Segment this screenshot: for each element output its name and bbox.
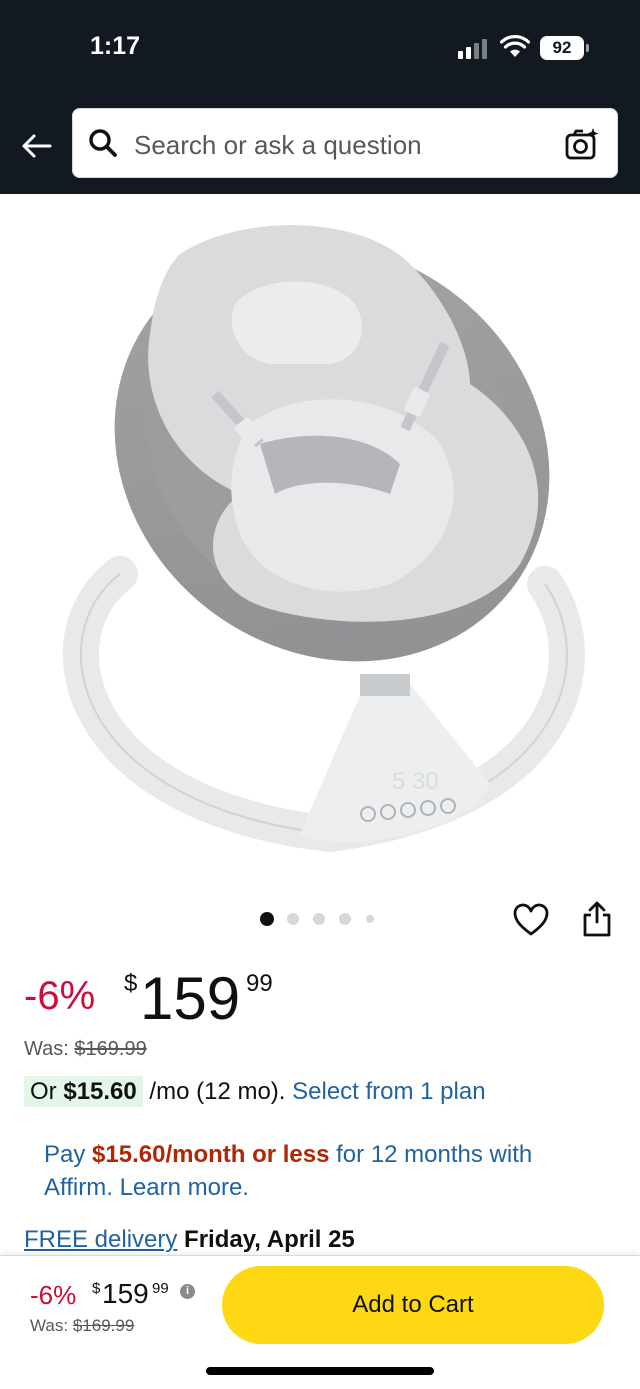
delivery-info: FREE delivery Friday, April 25: [24, 1226, 355, 1254]
price-currency: $: [124, 970, 138, 997]
search-icon: [89, 129, 117, 157]
price-whole: 159: [140, 965, 241, 1032]
share-icon[interactable]: [580, 900, 614, 938]
bottom-price-whole: 159: [102, 1278, 149, 1309]
info-icon[interactable]: i: [180, 1284, 195, 1299]
monthly-suffix: /mo (12 mo).: [149, 1078, 286, 1105]
heart-icon[interactable]: [512, 902, 550, 938]
app-header: 1:17 92 Search or ask a question: [0, 0, 640, 194]
image-carousel-dots[interactable]: [260, 912, 380, 928]
search-placeholder[interactable]: Search or ask a question: [134, 130, 422, 161]
search-bar[interactable]: Search or ask a question: [72, 108, 618, 178]
select-plan-link[interactable]: Select from 1 plan: [292, 1078, 485, 1105]
bottom-was-price: Was: $169.99: [30, 1316, 134, 1336]
camera-search-icon[interactable]: [564, 126, 600, 162]
free-delivery-link[interactable]: FREE delivery: [24, 1226, 177, 1253]
sticky-buy-bar: -6% $ 159 99 i Was: $169.99 Add to Cart: [0, 1255, 640, 1389]
bottom-price-fraction: 99: [152, 1280, 169, 1297]
battery-tip: [586, 44, 589, 52]
delivery-date: Friday, April 25: [184, 1226, 355, 1253]
price-fraction: 99: [246, 970, 273, 997]
bottom-currency: $: [92, 1280, 101, 1297]
product-image-baby-swing[interactable]: 5 30: [0, 194, 640, 884]
discount-percent: -6%: [24, 974, 96, 1018]
bottom-was-amount: $169.99: [72, 1316, 135, 1335]
monthly-amount: $15.60: [63, 1078, 137, 1105]
affirm-pay: Pay: [44, 1141, 86, 1168]
wifi-icon: [500, 35, 530, 57]
was-label: Was:: [24, 1038, 69, 1060]
monthly-prefix: Or: [30, 1078, 57, 1105]
was-price: Was: $169.99: [24, 1038, 147, 1061]
back-arrow-icon[interactable]: [18, 128, 54, 164]
battery-indicator: 92: [540, 36, 584, 60]
add-to-cart-button[interactable]: Add to Cart: [222, 1266, 604, 1344]
affirm-amount: $15.60/month or less: [92, 1141, 330, 1168]
home-indicator[interactable]: [206, 1367, 434, 1375]
signal-icon: [458, 39, 494, 59]
was-amount: $169.99: [74, 1038, 147, 1060]
status-time: 1:17: [90, 32, 141, 60]
monthly-payment: Or $15.60 /mo (12 mo). Select from 1 pla…: [24, 1076, 486, 1107]
svg-text:5 30: 5 30: [392, 768, 439, 795]
bottom-discount: -6%: [30, 1280, 77, 1310]
bottom-was-label: Was:: [30, 1316, 69, 1335]
affirm-offer[interactable]: Pay $15.60/month or less for 12 months w…: [44, 1138, 604, 1204]
monthly-badge: Or $15.60: [24, 1076, 143, 1107]
